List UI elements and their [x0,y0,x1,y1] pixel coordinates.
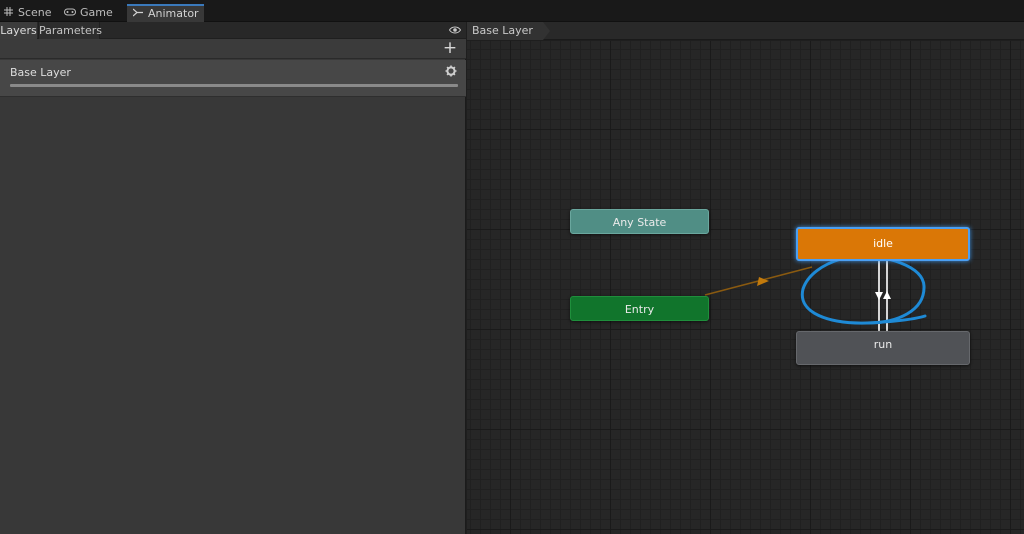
breadcrumb-arrow [543,22,550,40]
add-layer-button[interactable]: + [442,40,458,57]
annotation-circle [800,252,926,325]
state-entry[interactable]: Entry [570,296,709,321]
tab-animator[interactable]: Animator [127,4,204,22]
transition-up-arrow-icon [883,291,891,299]
gamepad-icon [64,5,76,23]
state-machine-graph[interactable]: Any State Entry idle run [467,41,1024,534]
layer-item[interactable]: Base Layer [0,60,466,97]
tab-game-label: Game [80,6,113,19]
transition-down-arrow-icon [875,292,883,300]
layers-toolbar: + [0,39,466,59]
gear-icon[interactable] [445,65,457,77]
tab-scene-label: Scene [18,6,52,19]
tab-game[interactable]: Game [64,4,124,22]
state-idle[interactable]: idle [796,227,970,261]
eye-icon[interactable] [449,25,461,35]
layer-weight-bar[interactable] [10,84,458,87]
grid-icon [2,5,14,23]
breadcrumb-base-layer[interactable]: Base Layer [467,22,543,40]
graph-overlay [704,252,927,331]
state-run[interactable]: run [796,331,970,365]
tab-scene[interactable]: Scene [2,4,58,22]
graph-breadcrumb-bar: Base Layer [467,22,1024,40]
tab-layers[interactable]: Layers [0,22,37,39]
layers-panel: Layers Parameters + Base Layer [0,22,466,534]
tab-parameters[interactable]: Parameters [38,22,102,39]
annotation-stroke [865,314,927,325]
animator-icon [132,7,144,22]
layers-panel-tabs: Layers Parameters [0,22,466,39]
layer-name: Base Layer [10,66,71,79]
state-any-state[interactable]: Any State [570,209,709,234]
editor-tab-bar: Scene Game Animator [0,4,1024,22]
tab-animator-label: Animator [148,7,199,20]
